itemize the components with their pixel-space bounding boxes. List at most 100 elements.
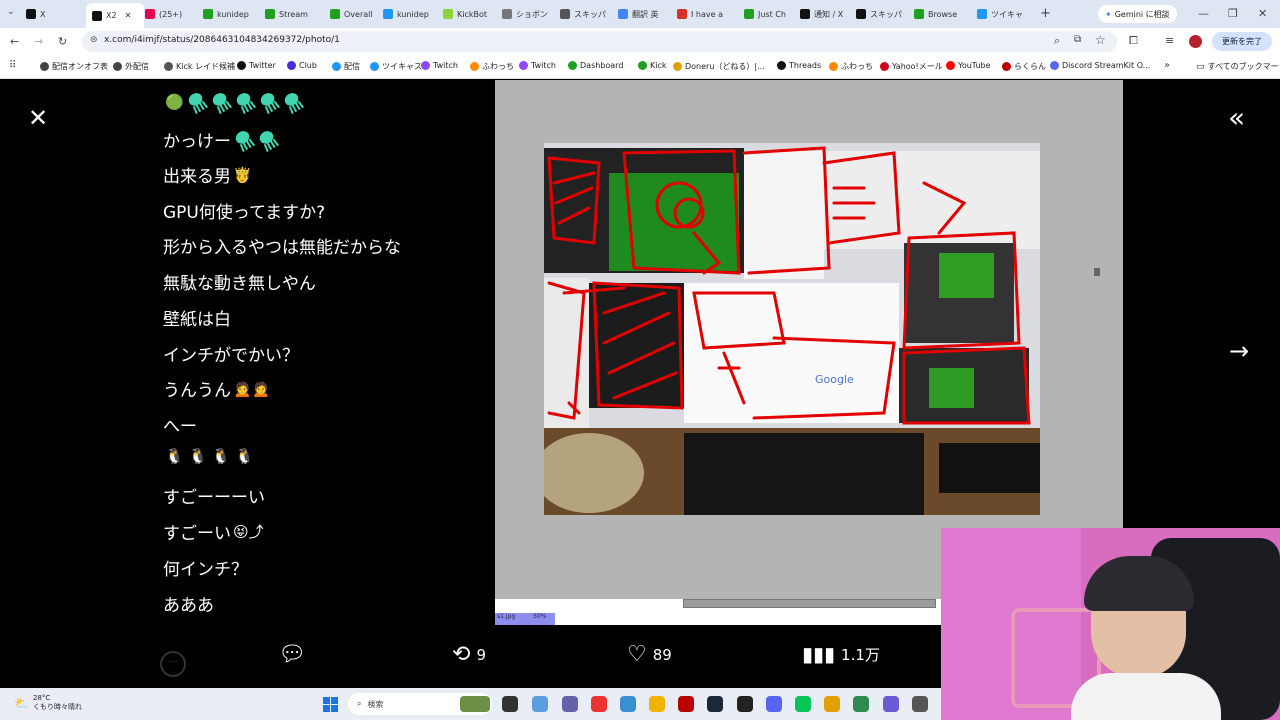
close-tab-icon[interactable]: ✕ — [125, 11, 132, 20]
browser-tab[interactable]: Overall — [330, 5, 382, 23]
file-icon[interactable] — [502, 696, 518, 712]
bookmark-item[interactable]: ふわっち — [470, 61, 514, 72]
discord-icon[interactable] — [766, 696, 782, 712]
jellyfish-emote-icon — [253, 124, 283, 154]
widget-landscape-icon[interactable] — [460, 696, 490, 712]
address-toolbar: ← → ↻ ⊜ x.com/i4imjf/status/208646310483… — [0, 28, 1280, 55]
copilot-icon[interactable] — [532, 696, 548, 712]
coin-icon[interactable] — [824, 696, 840, 712]
update-button[interactable]: 更新を完了 — [1212, 32, 1272, 51]
steam-icon[interactable] — [707, 696, 723, 712]
zoom-icon[interactable]: ⌕ — [1054, 34, 1060, 48]
bookmark-item[interactable]: Dashboard — [568, 61, 623, 70]
views-button[interactable]: ▮▮▮ 1.1万 — [802, 642, 880, 666]
all-bookmarks-folder[interactable]: ▭ すべてのブックマーク — [1196, 61, 1280, 72]
bookmark-item[interactable]: 配信 — [332, 61, 360, 72]
line-icon[interactable] — [795, 696, 811, 712]
bookmark-item[interactable]: らくらん — [1002, 61, 1046, 72]
browser-tab[interactable]: kunidep — [203, 5, 255, 23]
bookmark-item[interactable]: ふわっち — [829, 61, 873, 72]
browser-tab[interactable]: Stream — [265, 5, 317, 23]
translate-icon[interactable]: ⧉ — [1074, 34, 1081, 45]
bookmark-item[interactable]: Twitch — [421, 61, 458, 70]
browser-tab[interactable]: X2 ✕ — [86, 3, 144, 28]
reply-button[interactable]: 💬︎ — [278, 642, 312, 667]
bookmark-item[interactable]: 配信オンオフ表 — [40, 61, 108, 72]
browser-tab[interactable]: I have a — [677, 5, 729, 23]
start-windows-icon[interactable] — [323, 697, 338, 712]
bookmark-item[interactable]: Kick レイド候補 — [164, 61, 235, 72]
file-tab[interactable]: s1.jpg 50% — [495, 613, 555, 625]
browser-tab[interactable]: (25+) — [145, 5, 197, 23]
chrome-icon[interactable] — [591, 696, 607, 712]
browser-tab[interactable]: スキッパ — [856, 5, 908, 23]
jellyfish-emote-icon — [230, 87, 260, 117]
browser-tab[interactable]: kunidep — [383, 5, 435, 23]
forward-arrow-icon[interactable]: → — [34, 36, 43, 47]
browser-tab[interactable]: 翻訳 英 — [618, 5, 670, 23]
reload-icon[interactable]: ↻ — [58, 36, 67, 47]
profile-avatar[interactable] — [1189, 35, 1202, 48]
site-info-icon[interactable]: ⊜ — [90, 35, 98, 45]
teams-icon[interactable] — [562, 696, 578, 712]
minimize-button[interactable]: — — [1198, 8, 1209, 19]
browser-tab[interactable]: Browse — [914, 5, 966, 23]
horizontal-scrollbar[interactable] — [683, 599, 936, 608]
bookmark-favicon-icon — [1002, 62, 1011, 71]
browser-tab[interactable]: 通知 / X — [800, 5, 852, 23]
folder-icon[interactable] — [649, 696, 665, 712]
browser-tab[interactable]: ツイキャ — [977, 5, 1029, 23]
bookmark-item[interactable]: YouTube — [946, 61, 991, 70]
chat-message: GPU何使ってますか? — [163, 198, 325, 223]
bookmark-item[interactable]: ツイキャス — [370, 61, 422, 72]
tab-label: X — [40, 9, 46, 19]
browser-tab[interactable]: ショボン — [502, 5, 554, 23]
new-tab-button[interactable]: + — [1040, 7, 1051, 20]
browser-tab-strip: ⌄ X X2 ✕ (25+) kunidep Stream Overall kunidep Ki… — [0, 0, 1280, 28]
weather-widget[interactable]: ⛅ 28°C くもり時々晴れ — [14, 694, 82, 712]
bookmark-item[interactable]: Discord StreamKit O... — [1050, 61, 1150, 70]
app-icon[interactable] — [883, 696, 899, 712]
edge-icon[interactable] — [620, 696, 636, 712]
more-bookmarks-chevron-icon[interactable]: » — [1164, 61, 1170, 71]
gemini-button[interactable]: ✦ Gemini に相談 — [1098, 5, 1177, 23]
tab-search-icon[interactable]: ≡ — [1165, 35, 1174, 46]
tab-list-chevron-icon[interactable]: ⌄ — [7, 8, 15, 17]
tweet-photo[interactable]: Google — [544, 143, 1040, 515]
collapse-panel-icon[interactable]: « — [1228, 104, 1245, 132]
bookmark-item[interactable]: Club — [287, 61, 317, 70]
settings-gear-icon[interactable] — [912, 696, 928, 712]
bookmark-label: Twitch — [433, 61, 458, 70]
back-arrow-icon[interactable]: ← — [10, 36, 19, 47]
bookmark-item[interactable]: Yahoo!メール — [880, 61, 943, 72]
browser-tab[interactable]: X — [26, 5, 78, 23]
url-field[interactable]: ⊜ x.com/i4imjf/status/208646310483426937… — [82, 31, 1117, 52]
bookmark-label: Kick レイド候補 — [176, 62, 236, 71]
bookmark-item[interactable]: Twitter — [237, 61, 276, 70]
bookmark-favicon-icon — [946, 61, 955, 70]
bookmark-favicon-icon — [164, 62, 173, 71]
close-icon[interactable]: ✕ — [28, 106, 48, 130]
bookmark-item[interactable]: 外配信 — [113, 61, 149, 72]
browser-tab[interactable]: KickBot — [443, 5, 495, 23]
record-icon[interactable] — [678, 696, 694, 712]
extensions-icon[interactable]: ⧠ — [1129, 35, 1138, 46]
browser-tab[interactable]: スキッパ — [560, 5, 612, 23]
notepad-icon[interactable] — [853, 696, 869, 712]
bookmark-item[interactable]: Threads — [777, 61, 821, 70]
apps-grid-icon[interactable]: ⠿ — [9, 61, 16, 71]
tab-label: スキッパ — [574, 9, 606, 19]
bookmark-item[interactable]: Kick — [638, 61, 667, 70]
browser-tab[interactable]: Just Ch — [744, 5, 796, 23]
bookmark-item[interactable]: Twitch — [519, 61, 556, 70]
repost-button[interactable]: ⟲ 9 — [452, 642, 486, 667]
like-button[interactable]: ♡ 89 — [627, 642, 672, 667]
obs-icon[interactable] — [737, 696, 753, 712]
bookmark-favicon-icon — [332, 62, 341, 71]
next-photo-arrow-icon[interactable]: → — [1229, 339, 1249, 363]
more-options-icon[interactable]: ··· — [160, 651, 186, 677]
bookmark-star-icon[interactable]: ☆ — [1095, 33, 1106, 47]
close-window-button[interactable]: ✕ — [1258, 8, 1267, 19]
maximize-button[interactable]: ❐ — [1228, 8, 1238, 19]
bookmark-item[interactable]: Doneru（どねる）|... — [673, 61, 765, 72]
